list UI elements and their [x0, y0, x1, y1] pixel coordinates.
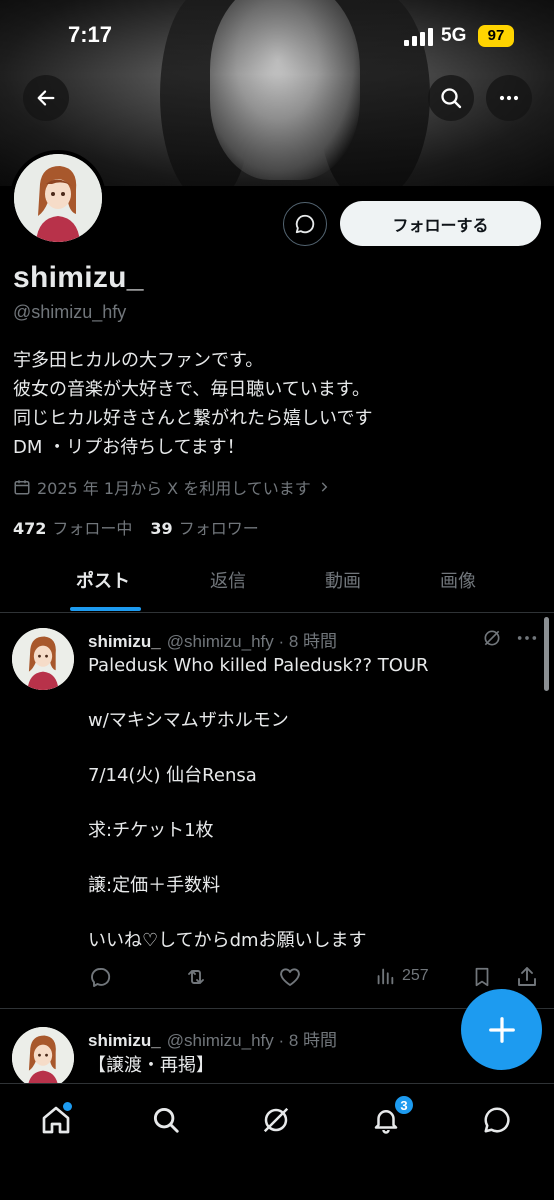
nav-notifications[interactable]: 3: [366, 1094, 415, 1140]
joined-date[interactable]: 2025 年 1月から X を利用しています: [13, 475, 331, 499]
profile-bio: 宇多田ヒカルの大ファンです。 彼女の音楽が大好きで、毎日聴いています。 同じヒカ…: [13, 346, 543, 462]
post-author[interactable]: shimizu_: [88, 632, 161, 651]
status-time: 7:17: [68, 22, 113, 47]
post-text: 【譲渡・再掲】: [88, 1052, 518, 1080]
following-count: 472: [13, 519, 47, 538]
network-label: 5G: [441, 25, 467, 46]
views-button[interactable]: 257: [374, 965, 429, 987]
follow-stats: 472 フォロー中 39 フォロワー: [13, 515, 259, 539]
avatar-illustration: [12, 628, 74, 690]
post-line: [88, 790, 518, 818]
search-button[interactable]: [428, 75, 474, 121]
following-link[interactable]: 472 フォロー中: [13, 515, 132, 539]
bio-line: 宇多田ヒカルの大ファンです。: [13, 350, 264, 371]
profile-name: shimizu_: [13, 261, 144, 294]
notification-badge: 3: [393, 1094, 415, 1116]
arrow-left-icon: [37, 90, 55, 106]
bottom-nav: 3: [0, 1083, 554, 1200]
heart-icon: [280, 968, 300, 986]
tab-replies[interactable]: 返信: [210, 567, 246, 593]
share-button[interactable]: [515, 965, 539, 989]
post-handle-time: @shimizu_hfy · 8 時間: [166, 632, 338, 651]
nav-messages[interactable]: [477, 1100, 517, 1140]
tab-images[interactable]: 画像: [440, 567, 476, 593]
post-line: 【譲渡・再掲】: [88, 1055, 214, 1076]
grok-icon: [263, 1107, 289, 1133]
reply-icon: [91, 968, 111, 987]
repost-button[interactable]: [184, 965, 208, 989]
profile-tabs: ポスト 返信 動画 画像: [0, 555, 554, 613]
post-line: Paledusk Who killed Paledusk?? TOUR: [88, 655, 429, 676]
avatar-illustration: [14, 154, 102, 242]
post-line: 7/14(火) 仙台Rensa: [88, 765, 257, 786]
more-icon: [499, 95, 519, 101]
bio-line: DM ・リプお待ちしてます！: [13, 437, 245, 458]
back-button[interactable]: [23, 75, 69, 121]
following-label: フォロー中: [52, 519, 133, 538]
message-icon: [295, 214, 315, 234]
post-author[interactable]: shimizu_: [88, 1031, 161, 1050]
avatar[interactable]: [12, 628, 74, 690]
tab-indicator: [70, 607, 141, 611]
bio-line: 同じヒカル好きさんと繋がれたら嬉しいです: [13, 408, 373, 429]
tab-videos[interactable]: 動画: [325, 567, 361, 593]
profile-avatar[interactable]: [10, 150, 106, 246]
avatar: [14, 154, 102, 242]
avatar-illustration: [12, 1027, 74, 1083]
post-line: いいね♡してからdmお願いします: [88, 930, 367, 951]
more-icon[interactable]: [516, 630, 538, 646]
messages-icon: [484, 1107, 510, 1133]
post-header: shimizu_ @shimizu_hfy · 8 時間: [88, 627, 337, 652]
nav-search[interactable]: [146, 1100, 186, 1140]
post-line: [88, 845, 518, 873]
post-actions: 257: [88, 965, 548, 993]
signal-icon: [404, 28, 434, 46]
post-line: w/マキシマムザホルモン: [88, 710, 289, 731]
reply-button[interactable]: [88, 965, 112, 989]
search-icon: [153, 1107, 179, 1133]
post-line: [88, 735, 518, 763]
scrollbar[interactable]: [544, 617, 549, 691]
post-line: [88, 680, 518, 708]
nav-home[interactable]: [36, 1100, 76, 1140]
status-bar: 7:17 5G 97: [0, 0, 554, 70]
battery-indicator: 97: [478, 25, 514, 47]
repost-icon: [188, 970, 204, 984]
followers-link[interactable]: 39 フォロワー: [150, 515, 258, 539]
post-line: 求:チケット1枚: [88, 820, 214, 841]
profile-handle: @shimizu_hfy: [13, 302, 127, 322]
nav-grok[interactable]: [256, 1100, 296, 1140]
unread-dot: [63, 1102, 72, 1111]
views-icon: [377, 968, 394, 985]
more-button[interactable]: [486, 75, 532, 121]
post[interactable]: shimizu_ @shimizu_hfy · 8 時間 Paledusk Who…: [0, 614, 554, 1009]
compose-button[interactable]: [461, 989, 542, 1070]
avatar[interactable]: [12, 1027, 74, 1083]
search-icon: [441, 88, 462, 109]
post-handle-time: @shimizu_hfy · 8 時間: [166, 1031, 338, 1050]
share-icon: [518, 967, 536, 986]
like-button[interactable]: [278, 965, 302, 989]
tab-posts[interactable]: ポスト: [76, 567, 130, 593]
follow-button[interactable]: フォローする: [340, 201, 541, 246]
plus-icon: [488, 1016, 515, 1043]
post-line: 譲:定価＋手数料: [88, 875, 221, 896]
joined-text: 2025 年 1月から X を利用しています: [37, 479, 311, 498]
bookmark-button[interactable]: [471, 965, 493, 989]
bookmark-icon: [475, 967, 489, 987]
post-text: Paledusk Who killed Paledusk?? TOUR w/マキ…: [88, 652, 518, 955]
followers-label: フォロワー: [178, 519, 259, 538]
views-count: 257: [402, 967, 429, 984]
message-button[interactable]: [283, 202, 327, 246]
chevron-right-icon: [321, 482, 328, 492]
followers-count: 39: [150, 519, 173, 538]
grok-icon[interactable]: [482, 628, 502, 648]
post-header: shimizu_ @shimizu_hfy · 8 時間: [88, 1026, 337, 1051]
bio-line: 彼女の音楽が大好きで、毎日聴いています。: [13, 379, 370, 400]
post-line: [88, 900, 518, 928]
calendar-icon: [14, 480, 30, 495]
